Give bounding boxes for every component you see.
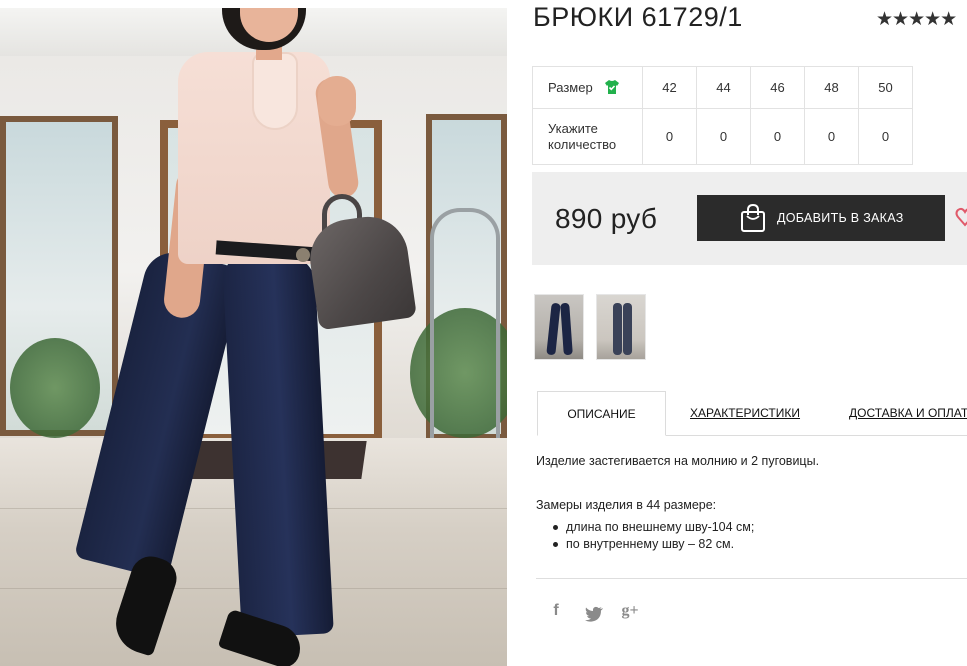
list-item: длина по внешнему шву-104 см; — [553, 519, 754, 536]
quantity-field[interactable]: 0 — [858, 108, 913, 165]
size-option[interactable]: 48 — [804, 66, 859, 109]
tab-description[interactable]: ОПИСАНИЕ — [537, 391, 666, 436]
quantity-label-cell: Укажите количество — [532, 108, 643, 165]
measure-heading: Замеры изделия в 44 размере: — [536, 498, 717, 512]
product-tabs: ОПИСАНИЕ ХАРАКТЕРИСТИКИ ДОСТАВКА И ОПЛАТ… — [537, 391, 967, 436]
rating-stars[interactable]: ★★★★★ — [876, 8, 957, 31]
size-option[interactable]: 50 — [858, 66, 913, 109]
thumbnail-2[interactable] — [596, 294, 646, 360]
size-quantity-table: Размер 42 44 46 48 50 Укажите количество… — [532, 66, 913, 165]
model-handbag — [305, 211, 417, 331]
thumb-leg — [623, 303, 632, 355]
quantity-label-line1: Укажите — [548, 120, 598, 136]
size-option[interactable]: 44 — [696, 66, 751, 109]
quantity-field[interactable]: 0 — [750, 108, 805, 165]
photo-luggage-cart — [430, 208, 500, 468]
size-option[interactable]: 42 — [642, 66, 697, 109]
tab-delivery-payment[interactable]: ДОСТАВКА И ОПЛАТА — [849, 391, 967, 436]
description-text: Изделие застегивается на молнию и 2 пуго… — [536, 454, 820, 468]
google-plus-icon[interactable]: g+ — [620, 602, 640, 622]
shopping-bag-icon — [741, 203, 765, 232]
list-item: по внутреннему шву – 82 см. — [553, 536, 754, 553]
thumb-leg — [546, 302, 561, 356]
model-belt-buckle — [296, 248, 310, 262]
tab-characteristics[interactable]: ХАРАКТЕРИСТИКИ — [690, 391, 800, 436]
add-to-order-label: ДОБАВИТЬ В ЗАКАЗ — [777, 211, 904, 225]
measure-list: длина по внешнему шву-104 см; по внутрен… — [553, 519, 754, 553]
model-hand-right — [318, 76, 356, 126]
quantity-row: Укажите количество 0 0 0 0 0 — [532, 108, 913, 165]
product-price: 890 руб — [555, 203, 658, 234]
photo-plant-left — [10, 338, 100, 438]
model-blouse-ruffle — [252, 52, 298, 130]
quantity-field[interactable]: 0 — [642, 108, 697, 165]
tshirt-check-icon — [605, 80, 620, 94]
quantity-label-line2: количество — [548, 136, 617, 152]
product-title: БРЮКИ 61729/1 — [533, 2, 743, 32]
quantity-field[interactable]: 0 — [804, 108, 859, 165]
quantity-field[interactable]: 0 — [696, 108, 751, 165]
thumbnail-1[interactable] — [534, 294, 584, 360]
heart-icon[interactable] — [955, 205, 967, 229]
social-divider — [536, 578, 967, 579]
size-label-cell: Размер — [532, 66, 643, 109]
size-row: Размер 42 44 46 48 50 — [532, 66, 913, 109]
facebook-icon[interactable]: f — [546, 602, 566, 622]
thumb-leg — [560, 302, 573, 356]
product-main-photo — [0, 8, 507, 666]
twitter-icon[interactable] — [584, 604, 604, 624]
add-to-order-button[interactable]: ДОБАВИТЬ В ЗАКАЗ — [697, 195, 945, 241]
thumb-leg — [613, 303, 622, 355]
size-label: Размер — [548, 80, 593, 95]
size-option[interactable]: 46 — [750, 66, 805, 109]
